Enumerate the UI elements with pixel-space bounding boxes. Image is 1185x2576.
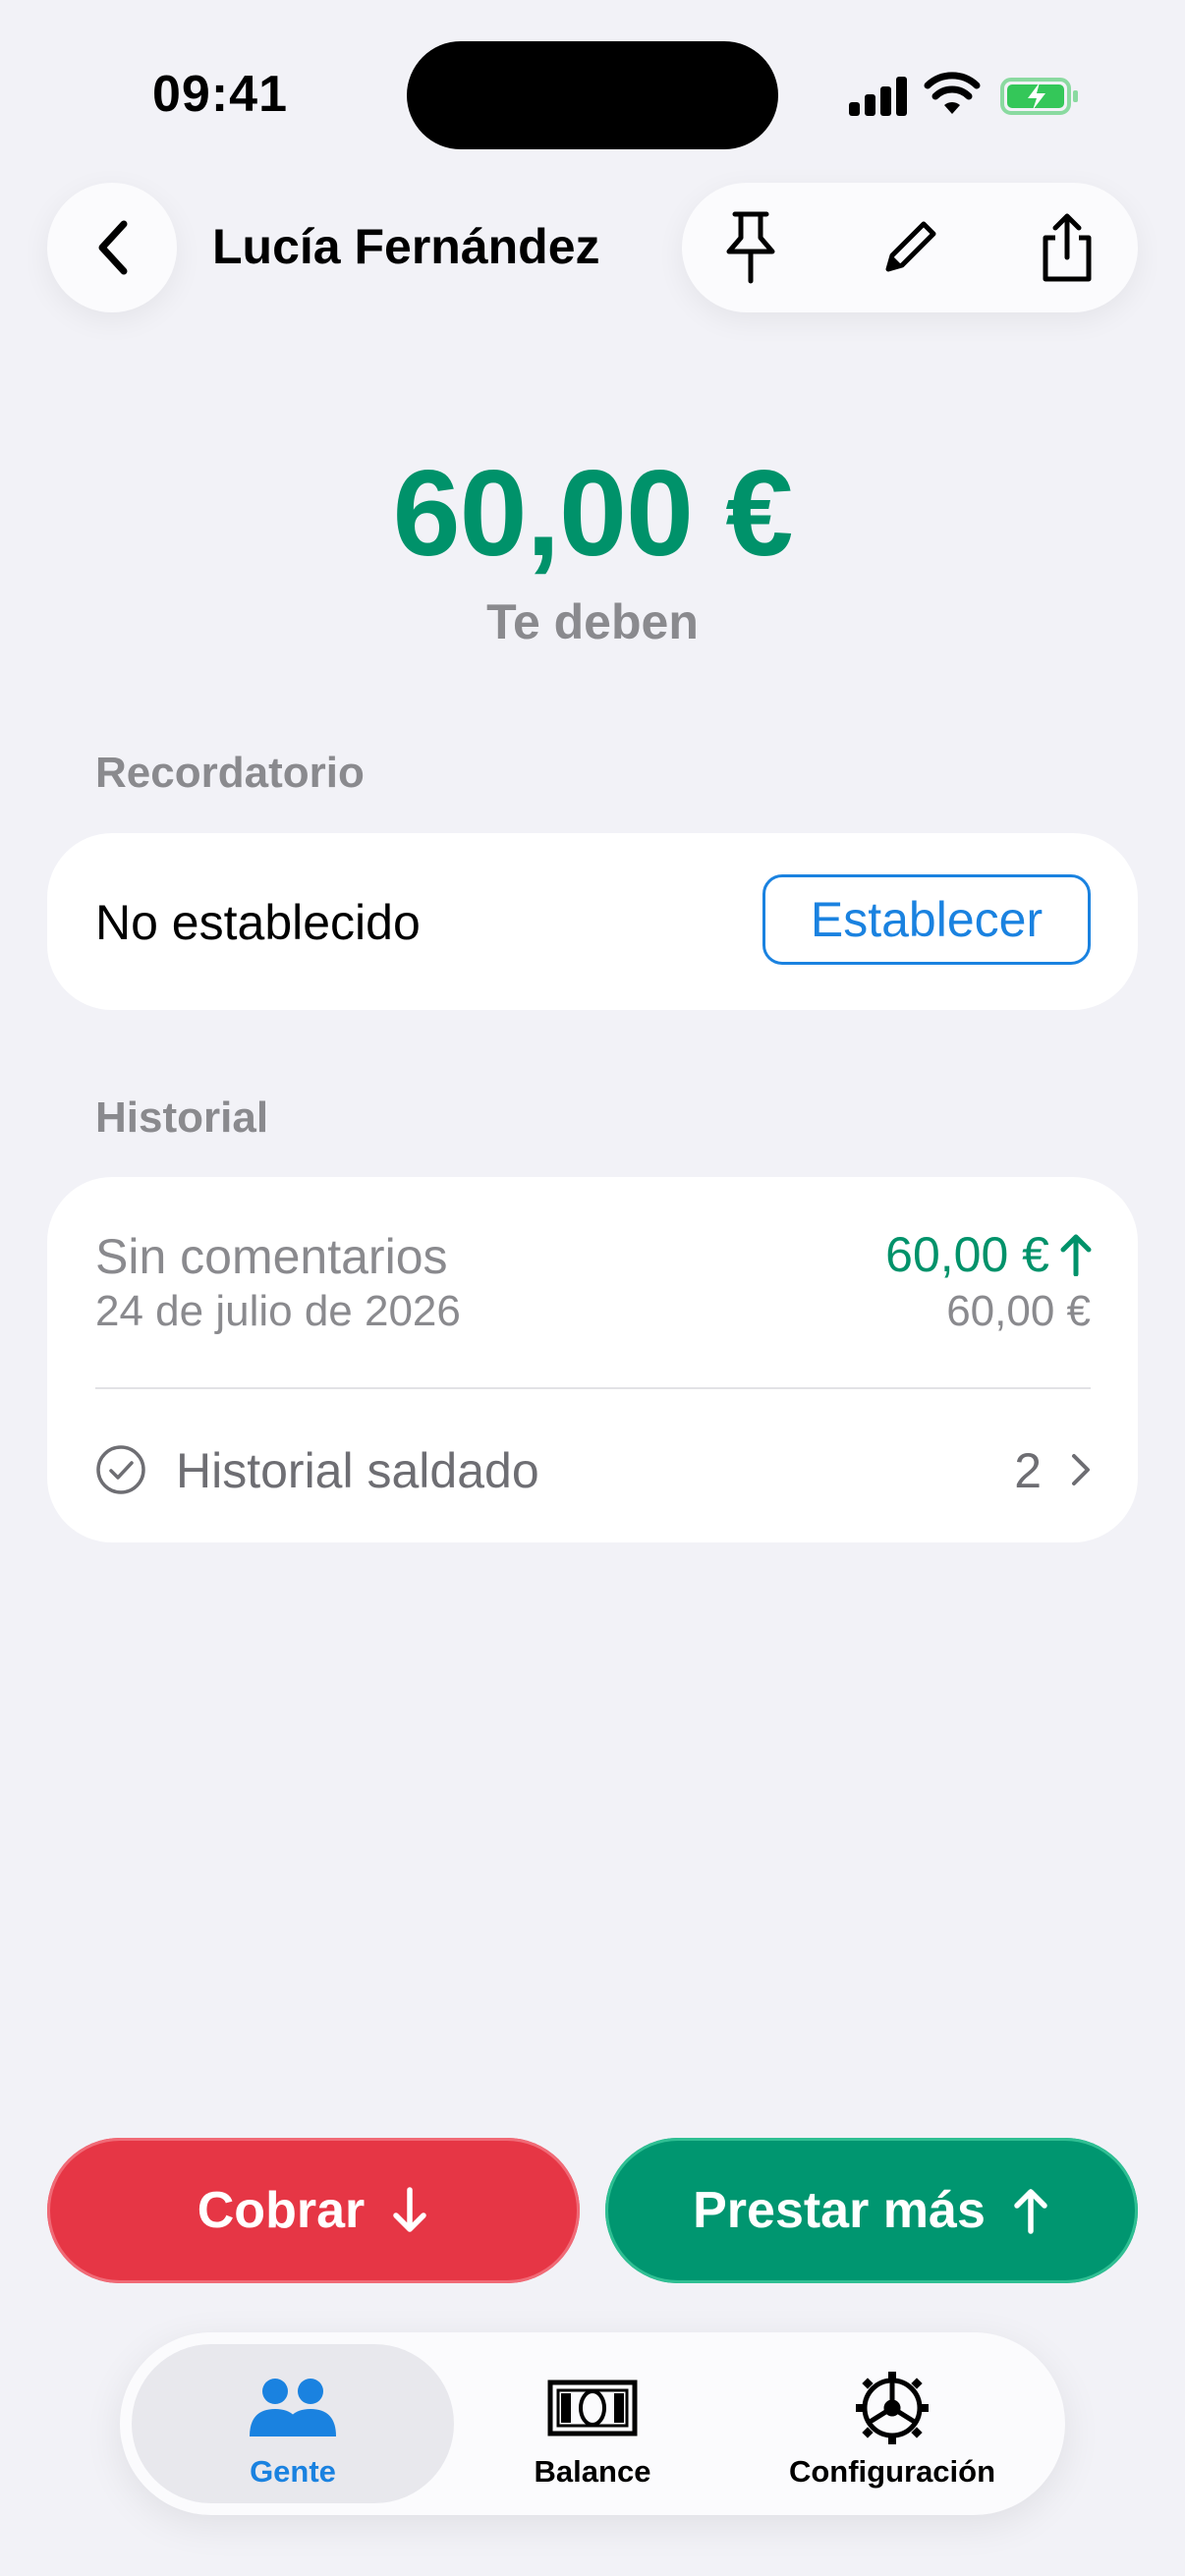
reminder-status: No establecido	[95, 895, 421, 950]
tab-settings[interactable]: Configuración	[731, 2344, 1053, 2503]
lend-more-button[interactable]: Prestar más	[605, 2138, 1138, 2283]
tab-bar: Gente Balance Configuración	[120, 2332, 1065, 2515]
set-reminder-button[interactable]: Establecer	[762, 874, 1091, 965]
tab-people[interactable]: Gente	[132, 2344, 454, 2503]
pin-button[interactable]	[713, 210, 788, 285]
settled-history-row[interactable]: Historial saldado 2	[95, 1438, 1093, 1501]
back-button[interactable]	[47, 183, 177, 312]
tab-balance[interactable]: Balance	[431, 2344, 754, 2503]
collect-button[interactable]: Cobrar	[47, 2138, 580, 2283]
settled-history-label: Historial saldado	[176, 1443, 539, 1498]
balance-caption: Te deben	[486, 594, 699, 649]
history-entry-amount: 60,00 €	[885, 1227, 1049, 1282]
share-icon	[1043, 213, 1092, 282]
divider	[95, 1387, 1091, 1389]
reminder-card: No establecido Establecer	[47, 833, 1138, 1010]
share-button[interactable]	[1030, 210, 1104, 285]
status-bar: 09:41	[0, 0, 1185, 187]
banknote-icon	[431, 2370, 754, 2446]
gear-icon	[731, 2370, 1053, 2446]
reminder-section-title: Recordatorio	[95, 749, 365, 797]
status-time: 09:41	[152, 66, 288, 123]
people-icon	[132, 2370, 454, 2446]
tab-people-label: Gente	[250, 2454, 336, 2489]
history-entry-comment: Sin comentarios	[95, 1229, 448, 1284]
dynamic-island	[407, 41, 778, 149]
chevron-right-icon	[1072, 1454, 1090, 1485]
history-card: Sin comentarios 24 de julio de 2026 60,0…	[47, 1177, 1138, 1542]
history-section-title: Historial	[95, 1093, 269, 1142]
contact-name: Lucía Fernández	[212, 219, 600, 274]
pin-icon	[726, 211, 775, 284]
chevron-left-icon	[98, 220, 128, 275]
tab-settings-label: Configuración	[788, 2454, 996, 2489]
history-entry-date: 24 de julio de 2026	[95, 1287, 461, 1335]
balance-amount: 60,00 €	[392, 446, 794, 582]
header-actions	[682, 183, 1138, 312]
lend-more-button-label: Prestar más	[693, 2182, 986, 2239]
history-entry-running-balance: 60,00 €	[946, 1287, 1091, 1335]
battery-charging-icon	[1000, 78, 1078, 115]
cellular-signal-icon	[849, 77, 908, 116]
history-entry-amount-wrap: 60,00 €	[885, 1226, 1093, 1283]
wifi-icon	[924, 72, 981, 114]
arrow-up-icon	[1014, 2189, 1047, 2234]
arrow-up-icon	[1060, 1234, 1092, 1276]
collect-button-label: Cobrar	[197, 2182, 366, 2239]
settled-history-count: 2	[1014, 1443, 1042, 1498]
arrow-down-icon	[393, 2187, 426, 2232]
edit-button[interactable]	[873, 210, 947, 285]
pencil-icon	[885, 221, 936, 272]
checkmark-circle-icon	[96, 1445, 145, 1494]
tab-balance-label: Balance	[534, 2454, 651, 2489]
